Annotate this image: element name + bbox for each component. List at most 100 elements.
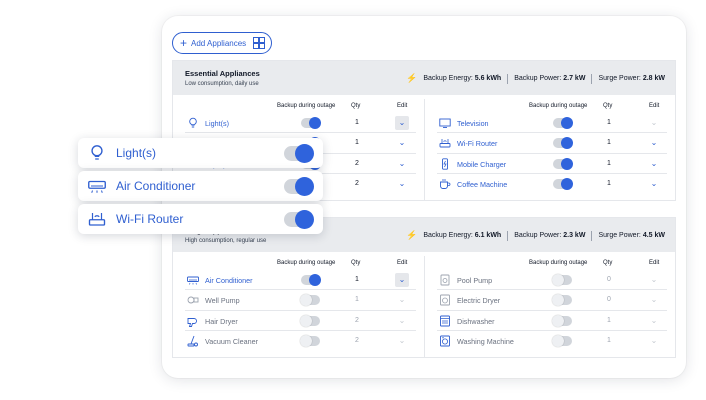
backup-toggle[interactable]	[553, 157, 573, 170]
backup-toggle[interactable]	[553, 177, 573, 190]
appliance-row-electric-dryer: Electric Dryer 0 ⌄	[437, 290, 667, 311]
stage: + Add Appliances Essential Appliances Low…	[0, 0, 706, 400]
floating-toggle-label: Light(s)	[116, 146, 157, 160]
toggle-knob	[309, 117, 321, 129]
backup-toggle[interactable]	[300, 314, 320, 327]
stat-divider	[591, 230, 593, 241]
toggle-knob	[561, 177, 573, 190]
edit-chevron-down-icon[interactable]: ⌄	[395, 273, 409, 287]
stat-divider	[507, 230, 509, 241]
backup-power-label: Backup Power:	[514, 75, 562, 82]
header-backup: Backup during outage	[277, 103, 336, 109]
backup-toggle[interactable]	[552, 314, 572, 327]
surge-power-label: Surge Power:	[598, 75, 641, 82]
appliance-name: Television	[457, 119, 489, 128]
washer-icon	[439, 335, 451, 347]
toggle-knob	[552, 294, 564, 307]
quantity-value: 0	[607, 296, 611, 304]
edit-chevron-down-icon[interactable]: ⌄	[395, 293, 409, 307]
stat-divider	[507, 73, 509, 84]
backup-power-value: 2.7 kW	[563, 75, 586, 82]
section-title: Essential Appliances	[185, 69, 260, 78]
quantity-value: 1	[607, 336, 611, 344]
appliance-name: Coffee Machine	[457, 179, 508, 189]
vacuum-icon	[187, 335, 199, 347]
backup-energy-label: Backup Energy:	[423, 75, 473, 82]
bolt-icon: ⚡	[406, 73, 418, 83]
quantity-value: 1	[607, 179, 611, 187]
edit-chevron-down-icon[interactable]: ⌄	[395, 314, 409, 328]
surge-power-value: 2.8 kW	[642, 75, 665, 82]
appliance-row-light-s: Light(s) 1 ⌄	[185, 113, 416, 134]
router-icon	[439, 137, 451, 149]
appliance-name: Mobile Charger	[457, 159, 507, 169]
toggle-knob	[300, 334, 312, 347]
header-edit: Edit	[397, 103, 408, 109]
toggle-knob	[295, 177, 314, 196]
backup-toggle[interactable]	[300, 334, 320, 347]
appliance-row-dishwasher: Dishwasher 1 ⌄	[437, 311, 667, 331]
column-headers: Backup during outage Qty Edit	[185, 99, 416, 113]
edit-chevron-down-icon[interactable]: ⌄	[647, 334, 661, 348]
router-icon	[88, 210, 106, 228]
toggle-knob	[300, 294, 312, 307]
edit-chevron-down-icon[interactable]: ⌄	[647, 273, 661, 287]
surge-power-label: Surge Power:	[598, 232, 641, 239]
edit-chevron-down-icon[interactable]: ⌄	[395, 116, 409, 130]
toggle-knob	[552, 274, 564, 286]
plus-icon: +	[180, 36, 188, 50]
appliance-row-air-conditioner: Air Conditioner 1 ⌄	[185, 270, 416, 291]
edit-chevron-down-icon[interactable]: ⌄	[647, 157, 661, 171]
ac-icon	[88, 177, 106, 195]
surge-power-value: 4.5 kW	[642, 232, 665, 239]
header-backup: Backup during outage	[529, 103, 588, 109]
appliance-column-right: Backup during outage Qty Edit Pool Pump 0 ⌄ El…	[424, 256, 675, 358]
backup-toggle[interactable]	[301, 117, 321, 129]
header-qty: Qty	[603, 103, 613, 109]
quantity-value: 2	[355, 159, 359, 167]
add-appliances-label: Add Appliances	[191, 38, 247, 48]
edit-chevron-down-icon[interactable]: ⌄	[647, 314, 661, 328]
edit-chevron-down-icon[interactable]: ⌄	[647, 136, 661, 150]
backup-power-label: Backup Power:	[514, 232, 562, 239]
backup-toggle[interactable]	[553, 117, 573, 129]
quantity-value: 1	[355, 139, 359, 147]
charger-icon	[439, 157, 451, 170]
appliance-row-pool-pump: Pool Pump 0 ⌄	[437, 270, 667, 291]
quantity-value: 2	[355, 316, 359, 324]
quantity-value: 1	[607, 316, 611, 324]
edit-chevron-down-icon[interactable]: ⌄	[647, 293, 661, 307]
edit-chevron-down-icon[interactable]: ⌄	[647, 177, 661, 191]
edit-chevron-down-icon[interactable]: ⌄	[395, 157, 409, 171]
appliance-column-left: Backup during outage Qty Edit Air Condition…	[173, 256, 424, 357]
backup-toggle[interactable]	[553, 137, 573, 150]
add-appliances-button[interactable]: + Add Appliances	[172, 32, 273, 54]
quantity-value: 1	[355, 296, 359, 304]
edit-chevron-down-icon[interactable]: ⌄	[647, 116, 661, 130]
edit-chevron-down-icon[interactable]: ⌄	[395, 136, 409, 150]
header-edit: Edit	[649, 260, 660, 266]
dishwasher-icon	[439, 315, 451, 327]
backup-toggle[interactable]	[552, 294, 572, 307]
floating-backup-toggle[interactable]	[284, 177, 314, 196]
quantity-value: 2	[355, 336, 359, 344]
stat-divider	[591, 73, 593, 84]
section-stats: ⚡ Backup Energy: 6.1 kWh Backup Power: 2.3…	[406, 230, 665, 241]
appliance-name: Pool Pump	[457, 276, 493, 285]
backup-toggle[interactable]	[552, 334, 572, 347]
appliance-name: Vacuum Cleaner	[205, 336, 258, 346]
floating-backup-toggle[interactable]	[284, 144, 314, 163]
edit-chevron-down-icon[interactable]: ⌄	[395, 177, 409, 191]
floating-backup-toggle[interactable]	[284, 210, 314, 229]
edit-chevron-down-icon[interactable]: ⌄	[395, 334, 409, 348]
appliance-name: Light(s)	[205, 119, 229, 128]
backup-toggle[interactable]	[300, 294, 320, 307]
appliance-name: Dishwasher	[457, 316, 495, 326]
floating-toggle-card-light-s: Light(s)	[78, 138, 323, 168]
ac-icon	[187, 274, 199, 286]
quantity-value: 1	[607, 159, 611, 167]
toggle-knob	[552, 334, 564, 347]
header-edit: Edit	[649, 103, 660, 109]
backup-toggle[interactable]	[552, 274, 572, 286]
backup-toggle[interactable]	[301, 274, 321, 286]
